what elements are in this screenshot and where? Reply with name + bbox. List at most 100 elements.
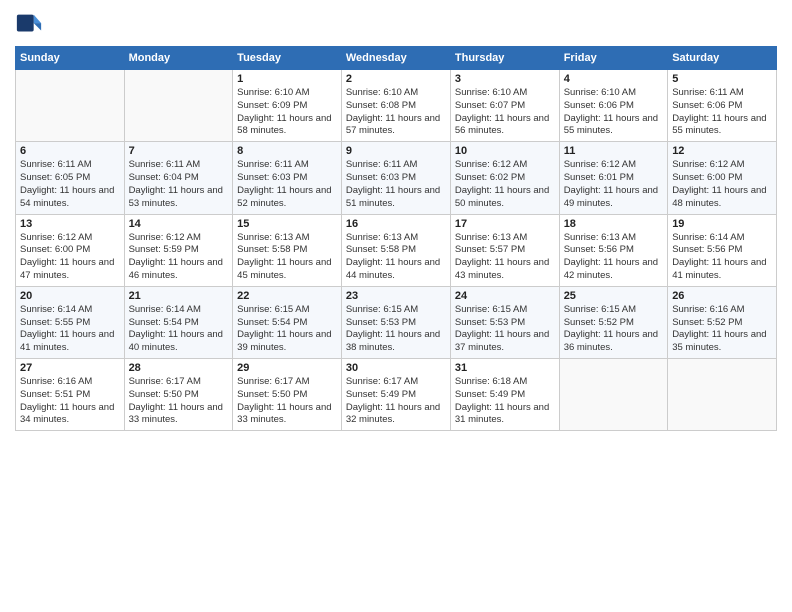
day-info: Sunrise: 6:15 AM Sunset: 5:53 PM Dayligh… [346, 304, 446, 355]
day-info: Sunrise: 6:10 AM Sunset: 6:07 PM Dayligh… [455, 87, 555, 138]
calendar-week-row: 6 Sunrise: 6:11 AM Sunset: 6:05 PM Daylig… [16, 142, 777, 214]
calendar-cell [668, 359, 777, 431]
calendar-cell: 15 Sunrise: 6:13 AM Sunset: 5:58 PM Dayli… [233, 214, 342, 286]
logo-icon [15, 10, 43, 38]
day-number: 3 [455, 73, 555, 85]
calendar-cell: 11 Sunrise: 6:12 AM Sunset: 6:01 PM Dayli… [559, 142, 668, 214]
calendar-cell: 13 Sunrise: 6:12 AM Sunset: 6:00 PM Dayli… [16, 214, 125, 286]
day-number: 27 [20, 362, 120, 374]
day-number: 6 [20, 145, 120, 157]
calendar-week-row: 1 Sunrise: 6:10 AM Sunset: 6:09 PM Daylig… [16, 70, 777, 142]
day-number: 19 [672, 218, 772, 230]
calendar-cell: 8 Sunrise: 6:11 AM Sunset: 6:03 PM Daylig… [233, 142, 342, 214]
day-number: 30 [346, 362, 446, 374]
day-info: Sunrise: 6:17 AM Sunset: 5:50 PM Dayligh… [129, 376, 229, 427]
day-number: 2 [346, 73, 446, 85]
calendar-cell: 30 Sunrise: 6:17 AM Sunset: 5:49 PM Dayli… [341, 359, 450, 431]
weekday-header-tuesday: Tuesday [233, 47, 342, 70]
day-info: Sunrise: 6:10 AM Sunset: 6:09 PM Dayligh… [237, 87, 337, 138]
day-number: 24 [455, 290, 555, 302]
day-info: Sunrise: 6:17 AM Sunset: 5:50 PM Dayligh… [237, 376, 337, 427]
day-info: Sunrise: 6:15 AM Sunset: 5:54 PM Dayligh… [237, 304, 337, 355]
day-info: Sunrise: 6:11 AM Sunset: 6:03 PM Dayligh… [346, 159, 446, 210]
day-info: Sunrise: 6:14 AM Sunset: 5:56 PM Dayligh… [672, 232, 772, 283]
day-number: 5 [672, 73, 772, 85]
day-number: 22 [237, 290, 337, 302]
day-number: 15 [237, 218, 337, 230]
calendar-cell: 17 Sunrise: 6:13 AM Sunset: 5:57 PM Dayli… [450, 214, 559, 286]
calendar-cell: 3 Sunrise: 6:10 AM Sunset: 6:07 PM Daylig… [450, 70, 559, 142]
day-info: Sunrise: 6:12 AM Sunset: 6:02 PM Dayligh… [455, 159, 555, 210]
page-header [15, 10, 777, 38]
weekday-header-wednesday: Wednesday [341, 47, 450, 70]
day-number: 10 [455, 145, 555, 157]
day-number: 14 [129, 218, 229, 230]
day-info: Sunrise: 6:17 AM Sunset: 5:49 PM Dayligh… [346, 376, 446, 427]
day-info: Sunrise: 6:16 AM Sunset: 5:51 PM Dayligh… [20, 376, 120, 427]
day-info: Sunrise: 6:15 AM Sunset: 5:52 PM Dayligh… [564, 304, 664, 355]
weekday-header-monday: Monday [124, 47, 233, 70]
calendar-cell: 22 Sunrise: 6:15 AM Sunset: 5:54 PM Dayli… [233, 286, 342, 358]
calendar-cell [124, 70, 233, 142]
calendar-header-row: SundayMondayTuesdayWednesdayThursdayFrid… [16, 47, 777, 70]
calendar-cell: 4Sunrise: 6:10 AM Sunset: 6:06 PM Daylig… [559, 70, 668, 142]
day-number: 23 [346, 290, 446, 302]
calendar-cell: 26Sunrise: 6:16 AM Sunset: 5:52 PM Dayli… [668, 286, 777, 358]
day-info: Sunrise: 6:13 AM Sunset: 5:57 PM Dayligh… [455, 232, 555, 283]
day-info: Sunrise: 6:13 AM Sunset: 5:58 PM Dayligh… [346, 232, 446, 283]
calendar-cell: 21Sunrise: 6:14 AM Sunset: 5:54 PM Dayli… [124, 286, 233, 358]
day-info: Sunrise: 6:11 AM Sunset: 6:03 PM Dayligh… [237, 159, 337, 210]
day-info: Sunrise: 6:11 AM Sunset: 6:05 PM Dayligh… [20, 159, 120, 210]
day-info: Sunrise: 6:10 AM Sunset: 6:06 PM Dayligh… [564, 87, 664, 138]
calendar-cell: 5 Sunrise: 6:11 AM Sunset: 6:06 PM Daylig… [668, 70, 777, 142]
day-info: Sunrise: 6:13 AM Sunset: 5:58 PM Dayligh… [237, 232, 337, 283]
day-info: Sunrise: 6:15 AM Sunset: 5:53 PM Dayligh… [455, 304, 555, 355]
calendar-cell: 20Sunrise: 6:14 AM Sunset: 5:55 PM Dayli… [16, 286, 125, 358]
day-number: 11 [564, 145, 664, 157]
weekday-header-friday: Friday [559, 47, 668, 70]
calendar-cell: 24 Sunrise: 6:15 AM Sunset: 5:53 PM Dayli… [450, 286, 559, 358]
day-number: 17 [455, 218, 555, 230]
calendar-cell [559, 359, 668, 431]
calendar-cell: 28Sunrise: 6:17 AM Sunset: 5:50 PM Dayli… [124, 359, 233, 431]
calendar-week-row: 27 Sunrise: 6:16 AM Sunset: 5:51 PM Dayli… [16, 359, 777, 431]
day-number: 13 [20, 218, 120, 230]
day-number: 8 [237, 145, 337, 157]
day-number: 16 [346, 218, 446, 230]
day-info: Sunrise: 6:11 AM Sunset: 6:06 PM Dayligh… [672, 87, 772, 138]
day-info: Sunrise: 6:14 AM Sunset: 5:55 PM Dayligh… [20, 304, 120, 355]
day-info: Sunrise: 6:11 AM Sunset: 6:04 PM Dayligh… [129, 159, 229, 210]
calendar-cell: 25 Sunrise: 6:15 AM Sunset: 5:52 PM Dayli… [559, 286, 668, 358]
day-info: Sunrise: 6:12 AM Sunset: 6:00 PM Dayligh… [20, 232, 120, 283]
day-info: Sunrise: 6:18 AM Sunset: 5:49 PM Dayligh… [455, 376, 555, 427]
day-info: Sunrise: 6:10 AM Sunset: 6:08 PM Dayligh… [346, 87, 446, 138]
calendar-cell: 16 Sunrise: 6:13 AM Sunset: 5:58 PM Dayli… [341, 214, 450, 286]
calendar-cell: 14 Sunrise: 6:12 AM Sunset: 5:59 PM Dayli… [124, 214, 233, 286]
calendar-cell: 23 Sunrise: 6:15 AM Sunset: 5:53 PM Dayli… [341, 286, 450, 358]
day-number: 7 [129, 145, 229, 157]
day-info: Sunrise: 6:12 AM Sunset: 6:01 PM Dayligh… [564, 159, 664, 210]
calendar-cell: 2 Sunrise: 6:10 AM Sunset: 6:08 PM Daylig… [341, 70, 450, 142]
calendar-week-row: 20Sunrise: 6:14 AM Sunset: 5:55 PM Dayli… [16, 286, 777, 358]
day-number: 26 [672, 290, 772, 302]
weekday-header-sunday: Sunday [16, 47, 125, 70]
calendar-cell: 29 Sunrise: 6:17 AM Sunset: 5:50 PM Dayli… [233, 359, 342, 431]
day-number: 25 [564, 290, 664, 302]
day-number: 1 [237, 73, 337, 85]
day-info: Sunrise: 6:12 AM Sunset: 5:59 PM Dayligh… [129, 232, 229, 283]
calendar-cell: 19 Sunrise: 6:14 AM Sunset: 5:56 PM Dayli… [668, 214, 777, 286]
calendar-cell: 1 Sunrise: 6:10 AM Sunset: 6:09 PM Daylig… [233, 70, 342, 142]
day-info: Sunrise: 6:13 AM Sunset: 5:56 PM Dayligh… [564, 232, 664, 283]
day-number: 9 [346, 145, 446, 157]
weekday-header-saturday: Saturday [668, 47, 777, 70]
day-number: 31 [455, 362, 555, 374]
calendar-table: SundayMondayTuesdayWednesdayThursdayFrid… [15, 46, 777, 431]
calendar-cell: 10 Sunrise: 6:12 AM Sunset: 6:02 PM Dayli… [450, 142, 559, 214]
weekday-header-thursday: Thursday [450, 47, 559, 70]
day-number: 12 [672, 145, 772, 157]
calendar-week-row: 13 Sunrise: 6:12 AM Sunset: 6:00 PM Dayli… [16, 214, 777, 286]
day-info: Sunrise: 6:14 AM Sunset: 5:54 PM Dayligh… [129, 304, 229, 355]
calendar-cell: 31 Sunrise: 6:18 AM Sunset: 5:49 PM Dayli… [450, 359, 559, 431]
day-number: 18 [564, 218, 664, 230]
day-number: 29 [237, 362, 337, 374]
